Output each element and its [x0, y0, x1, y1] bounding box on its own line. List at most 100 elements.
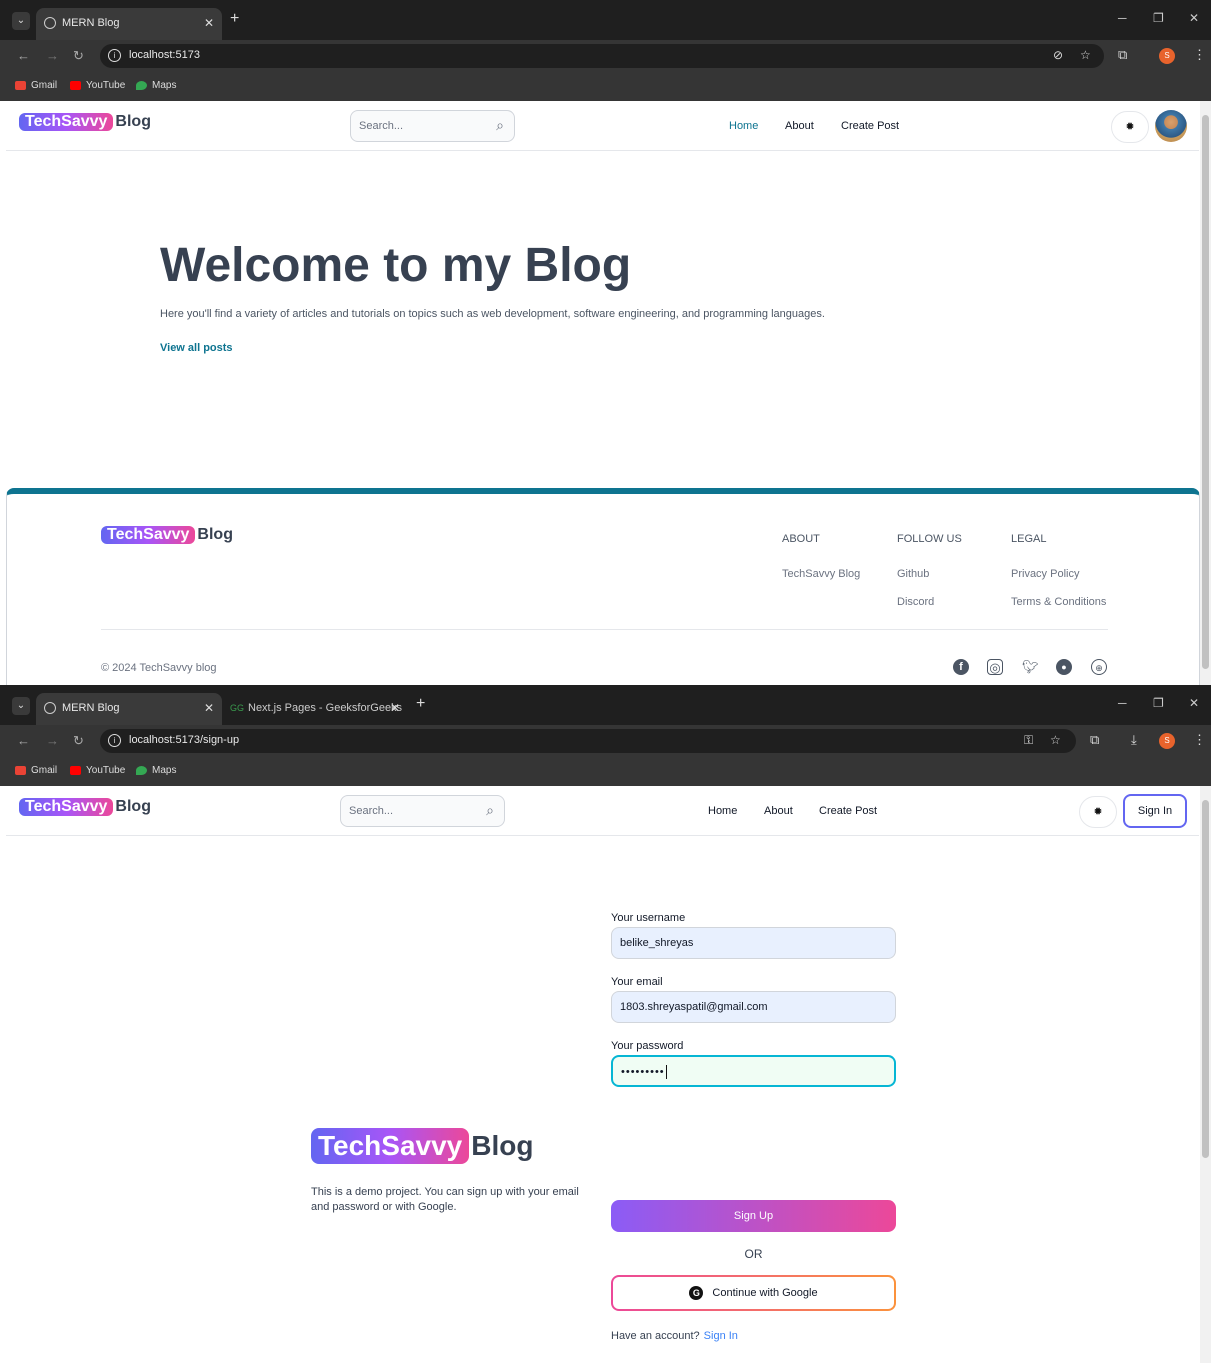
or-divider: OR	[744, 1247, 763, 1261]
theme-toggle-button[interactable]: ✹	[1111, 111, 1149, 143]
menu-icon[interactable]: ⋮	[1193, 732, 1206, 748]
search-input[interactable]: Search... ⌕	[340, 795, 505, 827]
bookmark-maps[interactable]: Maps	[136, 80, 176, 91]
scrollbar-thumb[interactable]	[1202, 115, 1209, 669]
username-field[interactable]: belike_shreyas	[611, 927, 896, 959]
minimize-icon[interactable]: ─	[1118, 696, 1127, 710]
site-footer: TechSavvy Blog ABOUT TechSavvy Blog FOLL…	[6, 488, 1200, 686]
tab-mern-blog[interactable]: MERN Blog ✕	[36, 693, 222, 725]
bookmark-star-icon[interactable]: ☆	[1080, 48, 1091, 62]
omnibox[interactable]: i localhost:5173/sign-up ⚿ ☆	[100, 729, 1076, 753]
tab-mern-blog[interactable]: MERN Blog ✕	[36, 8, 222, 40]
nav-about[interactable]: About	[785, 120, 814, 132]
bookmark-gmail[interactable]: Gmail	[15, 80, 57, 91]
bookmark-youtube[interactable]: YouTube	[70, 765, 125, 776]
password-field[interactable]: •••••••••	[611, 1055, 896, 1087]
close-tab-icon[interactable]: ✕	[390, 693, 400, 723]
nav-about[interactable]: About	[764, 805, 793, 817]
text-caret	[665, 1065, 667, 1080]
footer-link-privacy[interactable]: Privacy Policy	[1011, 568, 1079, 580]
back-icon[interactable]: ←	[17, 48, 30, 63]
scrollbar-thumb[interactable]	[1202, 800, 1209, 1158]
footer-divider	[101, 629, 1108, 630]
password-key-icon[interactable]: ⚿	[1024, 733, 1033, 748]
site-info-icon[interactable]: i	[108, 734, 121, 747]
reload-icon[interactable]: ↻	[73, 48, 84, 64]
new-tab-button[interactable]: +	[230, 10, 239, 28]
bookmark-star-icon[interactable]: ☆	[1050, 733, 1061, 747]
google-signin-button[interactable]: G Continue with Google	[611, 1275, 896, 1311]
maps-icon	[136, 766, 147, 775]
site-logo[interactable]: TechSavvy Blog	[19, 113, 151, 131]
new-tab-button[interactable]: +	[416, 695, 425, 713]
twitter-icon[interactable]: 🐦︎	[1022, 659, 1039, 675]
close-window-icon[interactable]: ✕	[1189, 11, 1199, 25]
google-icon: G	[689, 1286, 704, 1300]
close-window-icon[interactable]: ✕	[1189, 696, 1199, 710]
sign-in-button[interactable]: Sign In	[1123, 794, 1187, 828]
forward-icon[interactable]: →	[46, 733, 59, 748]
nav-home[interactable]: Home	[729, 120, 758, 132]
footer-link-github[interactable]: Github	[897, 568, 929, 580]
sign-up-button[interactable]: Sign Up	[611, 1200, 896, 1232]
extensions-icon[interactable]: ⧉	[1118, 47, 1127, 63]
bookmark-gmail[interactable]: Gmail	[15, 765, 57, 776]
search-icon[interactable]: ⌕	[486, 802, 494, 819]
footer-logo[interactable]: TechSavvy Blog	[101, 526, 233, 544]
tab-geeksforgeeks[interactable]: GG Next.js Pages - GeeksforGeeks ✕	[222, 693, 408, 725]
reload-icon[interactable]: ↻	[73, 733, 84, 749]
bookmark-maps[interactable]: Maps	[136, 765, 176, 776]
tab-search-chevron-icon[interactable]: ⌄	[12, 697, 30, 715]
tab-bar: ⌄ MERN Blog ✕ GG Next.js Pages - Geeksfo…	[0, 685, 1211, 725]
nav-create-post[interactable]: Create Post	[819, 805, 877, 817]
site-info-icon[interactable]: i	[108, 49, 121, 62]
username-label: Your username	[611, 912, 686, 924]
dribbble-icon[interactable]: ⊕	[1091, 659, 1107, 675]
close-tab-icon[interactable]: ✕	[204, 693, 214, 723]
footer-heading-legal: LEGAL	[1011, 533, 1047, 545]
globe-icon	[44, 17, 56, 29]
facebook-icon[interactable]: f	[953, 659, 969, 675]
youtube-icon	[70, 766, 81, 775]
globe-icon	[44, 702, 56, 714]
tab-search-chevron-icon[interactable]: ⌄	[12, 12, 30, 30]
footer-link-techsavvy-blog[interactable]: TechSavvy Blog	[782, 568, 860, 580]
user-avatar[interactable]	[1155, 110, 1187, 142]
forward-icon[interactable]: →	[46, 48, 59, 63]
view-all-posts-link[interactable]: View all posts	[160, 342, 233, 354]
search-icon[interactable]: ⌕	[496, 117, 504, 134]
footer-link-discord[interactable]: Discord	[897, 596, 934, 608]
menu-icon[interactable]: ⋮	[1193, 47, 1206, 63]
download-icon[interactable]: ⤓	[1131, 732, 1137, 748]
hero-subtitle: Here you'll find a variety of articles a…	[160, 308, 825, 320]
footer-link-terms[interactable]: Terms & Conditions	[1011, 596, 1106, 608]
profile-avatar[interactable]: S	[1159, 733, 1175, 749]
restore-icon[interactable]: ❐	[1153, 696, 1164, 710]
minimize-icon[interactable]: ─	[1118, 11, 1127, 25]
close-tab-icon[interactable]: ✕	[204, 8, 214, 38]
nav-create-post[interactable]: Create Post	[841, 120, 899, 132]
camera-off-icon[interactable]: ⊘	[1053, 48, 1063, 62]
bookmark-youtube[interactable]: YouTube	[70, 80, 125, 91]
scrollbar[interactable]	[1200, 101, 1211, 685]
site-logo[interactable]: TechSavvy Blog	[19, 798, 151, 816]
theme-toggle-button[interactable]: ✹	[1079, 796, 1117, 828]
sign-in-link[interactable]: Sign In	[704, 1330, 738, 1342]
signup-logo[interactable]: TechSavvy Blog	[311, 1128, 533, 1164]
instagram-icon[interactable]: ◎	[987, 659, 1003, 675]
profile-avatar[interactable]: S	[1159, 48, 1175, 64]
restore-icon[interactable]: ❐	[1153, 11, 1164, 25]
scrollbar[interactable]	[1200, 786, 1211, 1363]
extensions-icon[interactable]: ⧉	[1090, 732, 1099, 748]
gmail-icon	[15, 766, 26, 775]
email-label: Your email	[611, 976, 663, 988]
github-icon[interactable]: ●	[1056, 659, 1072, 675]
omnibox[interactable]: i localhost:5173 ⊘ ☆	[100, 44, 1104, 68]
search-input[interactable]: Search... ⌕	[350, 110, 515, 142]
signup-description: This is a demo project. You can sign up …	[311, 1186, 579, 1213]
site-header: TechSavvy Blog Search... ⌕ Home About Cr…	[6, 786, 1199, 836]
nav-home[interactable]: Home	[708, 805, 737, 817]
back-icon[interactable]: ←	[17, 733, 30, 748]
password-label: Your password	[611, 1040, 684, 1052]
email-field[interactable]: 1803.shreyaspatil@gmail.com	[611, 991, 896, 1023]
